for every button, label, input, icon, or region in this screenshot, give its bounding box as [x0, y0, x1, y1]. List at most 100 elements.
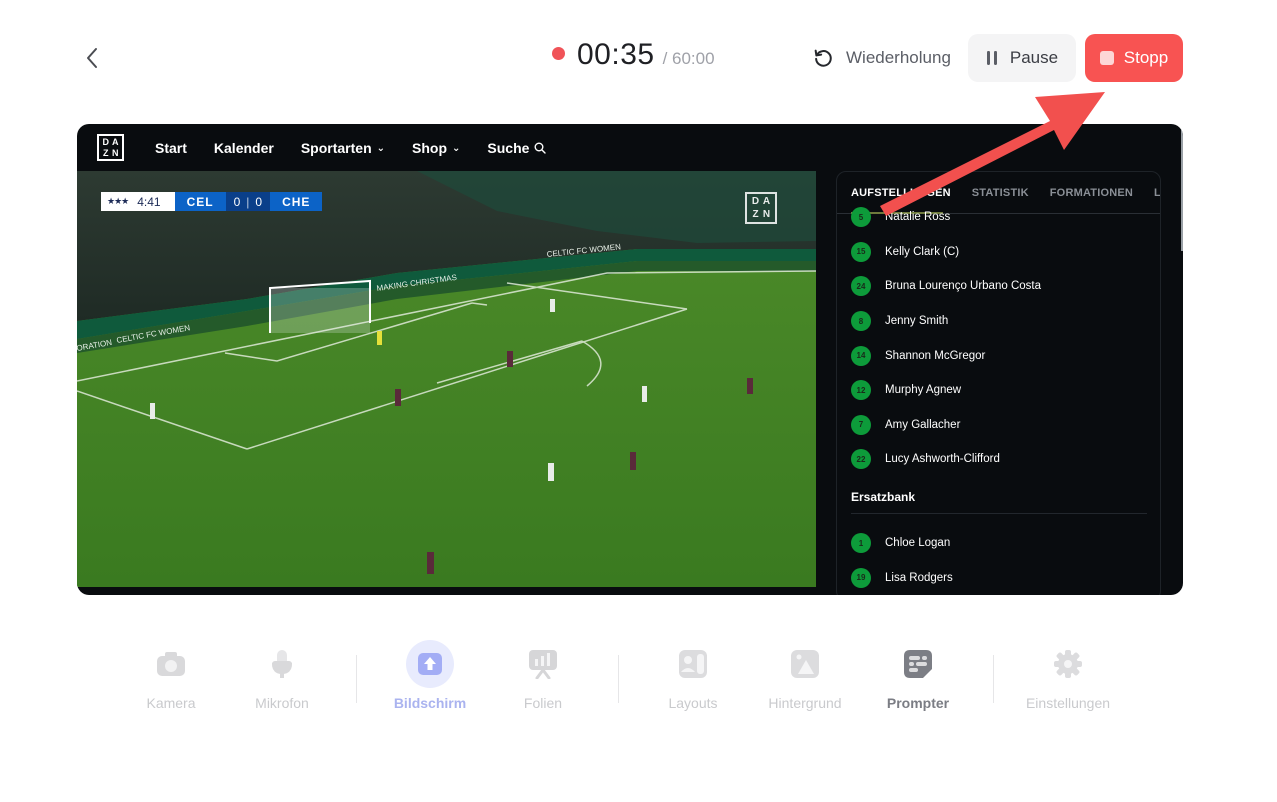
nav-item-kalender[interactable]: Kalender [214, 140, 274, 156]
page-scrollbar[interactable] [1181, 124, 1183, 251]
camera-icon [157, 652, 185, 676]
competition-logo-icon: ★★★ [107, 196, 129, 206]
list-item: 7 Amy Gallacher [851, 408, 1147, 443]
timer-total: / 60:00 [662, 49, 715, 68]
layouts-icon [679, 650, 707, 678]
away-score: 0 [255, 194, 263, 209]
nav-item-start[interactable]: Start [155, 140, 187, 156]
player-list: 5 Natalie Ross 15 Kelly Clark (C) 24 Bruna … [851, 200, 1147, 595]
player-name: Lucy Ashworth-Clifford [885, 453, 1000, 466]
repeat-label: Wiederholung [846, 48, 951, 67]
microphone-icon [272, 650, 292, 678]
toolbar-settings[interactable]: Einstellungen [1008, 640, 1128, 711]
toolbar-label: Layouts [668, 695, 718, 711]
stop-button[interactable]: Stopp [1085, 34, 1183, 82]
toolbar-label: Mikrofon [255, 695, 309, 711]
tab-live[interactable]: LIVE- [1154, 187, 1160, 199]
list-item: 8 Jenny Smith [851, 304, 1147, 339]
prompter-icon [904, 650, 932, 678]
nav-item-search[interactable]: Suche [487, 140, 547, 156]
player-number-badge: 24 [851, 276, 871, 297]
divider [356, 655, 357, 703]
video-player[interactable]: MAKING CHRISTMAS CELTIC FC WOMEN CELTIC … [77, 171, 816, 587]
toolbar-slides[interactable]: Folien [483, 640, 603, 711]
nav-item-shop[interactable]: Shop ⌄ [412, 140, 460, 156]
player-name: Jenny Smith [885, 315, 949, 328]
toolbar-camera[interactable]: Kamera [111, 640, 231, 711]
toolbar-background[interactable]: Hintergrund [745, 640, 865, 711]
back-button[interactable] [78, 42, 106, 74]
toolbar-screen-share[interactable]: Bildschirm [370, 640, 490, 711]
screen-share-icon [418, 653, 442, 675]
list-item: 22 Lucy Ashworth-Clifford [851, 442, 1147, 477]
repeat-button[interactable]: Wiederholung [812, 40, 951, 76]
player-number-badge: 14 [851, 345, 871, 366]
toolbar-label: Folien [523, 695, 563, 711]
chevron-left-icon [87, 48, 97, 68]
list-item: 19 Lisa Rodgers [851, 560, 1147, 595]
score-separator: | [246, 194, 250, 209]
dazn-watermark: D A Z N [745, 192, 777, 224]
search-icon [534, 142, 547, 154]
pause-button[interactable]: Pause [968, 34, 1076, 82]
player-name: Natalie Ross [885, 211, 951, 224]
toolbar-microphone[interactable]: Mikrofon [222, 640, 342, 711]
toolbar-layouts[interactable]: Layouts [633, 640, 753, 711]
divider [993, 655, 994, 703]
player-number-badge: 5 [851, 207, 871, 228]
toolbar-label: Kamera [146, 695, 196, 711]
player-name: Amy Gallacher [885, 418, 961, 431]
scorebug: ★★★ 4:41 CEL 0 | 0 CHE [101, 192, 323, 211]
player-name: Shannon McGregor [885, 349, 986, 362]
player-name: Murphy Agnew [885, 384, 962, 397]
player-number-badge: 12 [851, 380, 871, 401]
player-number-badge: 22 [851, 449, 871, 470]
football-pitch-frame: MAKING CHRISTMAS CELTIC FC WOMEN CELTIC … [77, 171, 816, 587]
list-item: 24 Bruna Lourenço Urbano Costa [851, 269, 1147, 304]
tab-aufstellungen[interactable]: AUFSTELLUNGEN [851, 187, 951, 199]
list-item: 12 Murphy Agnew [851, 373, 1147, 408]
chevron-down-icon: ⌄ [452, 143, 461, 154]
toolbar-prompter[interactable]: Prompter [858, 640, 978, 711]
home-team: CEL [174, 192, 226, 211]
list-item: 14 Shannon McGregor [851, 338, 1147, 373]
chevron-down-icon: ⌄ [376, 143, 386, 154]
timer-elapsed: 00:35 [577, 38, 655, 71]
toolbar-label: Bildschirm [393, 695, 467, 711]
stop-label: Stopp [1123, 48, 1169, 67]
divider [851, 512, 1147, 514]
player-number-badge: 1 [851, 533, 871, 554]
toolbar-label: Hintergrund [768, 695, 842, 711]
player-number-badge: 8 [851, 311, 871, 332]
studio-toolbar: Kamera Mikrofon Bildschirm Folien Layout… [0, 640, 1277, 720]
tab-statistik[interactable]: STATISTIK [972, 187, 1029, 199]
goal [269, 279, 371, 333]
pause-icon [986, 51, 997, 65]
toolbar-label: Einstellungen [1025, 695, 1111, 711]
home-score: 0 [233, 194, 241, 209]
bench-heading: Ersatzbank [851, 489, 916, 504]
tab-formationen[interactable]: FORMATIONEN [1050, 187, 1133, 199]
list-item: 15 Kelly Clark (C) [851, 235, 1147, 270]
recording-indicator-icon [552, 47, 565, 60]
player-name: Bruna Lourenço Urbano Costa [885, 280, 1041, 293]
settings-gear-icon [1054, 650, 1082, 678]
list-item: 1 Chloe Logan [851, 526, 1147, 561]
lineup-panel: AUFSTELLUNGEN STATISTIK FORMATIONEN LIVE… [836, 171, 1161, 595]
stop-square-icon [1099, 51, 1114, 65]
divider [618, 655, 619, 703]
player-number-badge: 15 [851, 241, 871, 262]
shared-screen-preview: D A Z N Start Kalender Sportarten ⌄ Shop ⌄… [77, 124, 1183, 595]
player-name: Chloe Logan [885, 537, 951, 550]
background-image-icon [791, 650, 819, 678]
nav-item-sportarten[interactable]: Sportarten ⌄ [301, 140, 385, 156]
player-number-badge: 19 [851, 567, 871, 588]
player-name: Kelly Clark (C) [885, 245, 960, 258]
pause-label: Pause [1009, 48, 1059, 67]
slides-icon [529, 650, 557, 679]
dazn-logo[interactable]: D A Z N [97, 134, 124, 161]
player-number-badge: 7 [851, 414, 871, 435]
rotate-ccw-icon [814, 49, 832, 67]
site-nav-bar: D A Z N Start Kalender Sportarten ⌄ Shop ⌄… [77, 124, 1183, 171]
player-name: Lisa Rodgers [885, 571, 953, 584]
